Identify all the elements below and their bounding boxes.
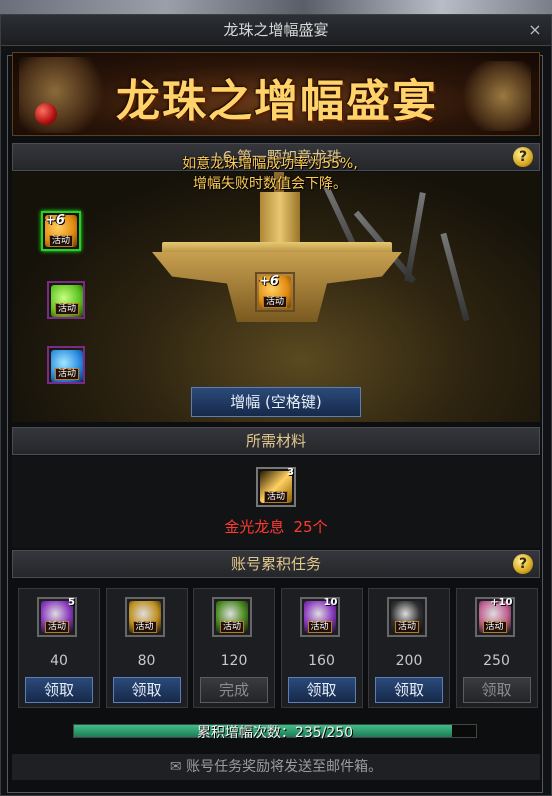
event-tag: 活动 bbox=[263, 296, 288, 308]
task-claim-button[interactable]: 领取 bbox=[375, 677, 443, 703]
task-target-count: 120 bbox=[220, 653, 248, 669]
material-stack-count: 3 bbox=[287, 467, 294, 478]
task-slot: +10 活动 250 领取 bbox=[455, 588, 538, 708]
window-titlebar[interactable]: 龙珠之增幅盛宴 × bbox=[1, 15, 551, 46]
event-tag: 活动 bbox=[307, 621, 332, 633]
enhance-help-icon[interactable]: ? bbox=[513, 147, 533, 167]
sword-decoration bbox=[440, 232, 470, 322]
task-target-count: 250 bbox=[483, 653, 510, 669]
sword-decoration bbox=[404, 192, 426, 282]
enhance-button[interactable]: 增幅 (空格键) bbox=[191, 387, 361, 417]
event-tag: 活动 bbox=[132, 621, 157, 633]
task-target-count: 160 bbox=[308, 653, 335, 669]
reward-stack-count: 5 bbox=[68, 597, 75, 608]
materials-header: 所需材料 bbox=[12, 427, 540, 455]
event-tag: 活动 bbox=[264, 491, 289, 503]
task-target-count: 40 bbox=[50, 653, 68, 669]
task-slot: 活动 120 完成 bbox=[193, 588, 275, 708]
success-rate-line2: 增幅失败时数值会下降。 bbox=[193, 176, 347, 192]
dragon-orb-slot-1[interactable]: +6 活动 bbox=[41, 211, 81, 251]
event-tag: 活动 bbox=[395, 621, 420, 633]
task-slot: 10 活动 160 领取 bbox=[280, 588, 363, 708]
progress-label: 累积增幅次数：235/250 bbox=[196, 725, 354, 741]
enhance-level-badge: +6 bbox=[45, 213, 65, 228]
task-slot: 活动 200 领取 bbox=[368, 588, 450, 708]
reward-stack-count: 10 bbox=[323, 597, 338, 608]
event-tag: 活动 bbox=[55, 368, 80, 380]
mail-notice-text: 账号任务奖励将发送至邮件箱。 bbox=[186, 759, 383, 775]
dragon-orb-slot-2[interactable]: 活动 bbox=[47, 281, 85, 319]
task-claim-button[interactable]: 完成 bbox=[200, 677, 268, 703]
reward-stack-count: +10 bbox=[490, 597, 513, 608]
tasks-header: 账号累积任务 ? bbox=[12, 550, 540, 578]
anvil-item-slot[interactable]: +6 活动 bbox=[255, 272, 295, 312]
task-reward-slot[interactable]: 5 活动 bbox=[37, 597, 77, 637]
event-banner: 龙珠之增幅盛宴 bbox=[12, 52, 540, 136]
task-slot: 5 活动 40 领取 bbox=[18, 588, 100, 708]
task-reward-slot[interactable]: 活动 bbox=[124, 597, 165, 637]
task-target-count: 200 bbox=[395, 653, 423, 669]
event-tag: 活动 bbox=[45, 621, 70, 633]
material-item-slot[interactable]: 3 活动 bbox=[256, 467, 296, 507]
task-claim-button[interactable]: 领取 bbox=[287, 677, 356, 703]
success-rate-line1: 如意龙珠增幅成功率为55%, bbox=[182, 156, 358, 172]
hammer-head bbox=[260, 192, 300, 244]
tasks-help-icon[interactable]: ? bbox=[513, 554, 533, 574]
material-requirement: 金光龙息 25个 bbox=[12, 516, 540, 537]
event-tag: 活动 bbox=[55, 303, 80, 315]
event-tag: 活动 bbox=[49, 235, 74, 247]
mail-notice: ✉ 账号任务奖励将发送至邮件箱。 bbox=[12, 754, 540, 780]
task-reward-slot[interactable]: 10 活动 bbox=[299, 597, 340, 637]
task-reward-slot[interactable]: 活动 bbox=[212, 597, 252, 637]
materials-title: 所需材料 bbox=[245, 432, 306, 450]
event-tag: 活动 bbox=[482, 621, 507, 633]
close-button[interactable]: × bbox=[525, 20, 545, 40]
event-tag: 活动 bbox=[220, 621, 245, 633]
success-rate-text: 如意龙珠增幅成功率为55%, 增幅失败时数值会下降。 bbox=[120, 154, 420, 194]
banner-title: 龙珠之增幅盛宴 bbox=[116, 76, 438, 127]
dragon-orb-slot-3[interactable]: 活动 bbox=[47, 346, 85, 384]
tasks-title: 账号累积任务 bbox=[230, 555, 321, 573]
material-quantity: 25个 bbox=[293, 518, 328, 536]
task-claim-button[interactable]: 领取 bbox=[462, 677, 531, 703]
task-claim-button[interactable]: 领取 bbox=[112, 677, 181, 703]
task-reward-slot[interactable]: 活动 bbox=[387, 597, 427, 637]
task-slot: 活动 80 领取 bbox=[105, 588, 188, 708]
enhance-level-badge: +6 bbox=[259, 274, 279, 289]
task-target-count: 80 bbox=[137, 653, 156, 669]
material-name: 金光龙息 bbox=[224, 518, 285, 536]
task-claim-button[interactable]: 领取 bbox=[25, 677, 93, 703]
task-reward-slot[interactable]: +10 活动 bbox=[474, 597, 515, 637]
mail-icon: ✉ bbox=[169, 759, 182, 775]
window-title: 龙珠之增幅盛宴 bbox=[223, 21, 329, 39]
